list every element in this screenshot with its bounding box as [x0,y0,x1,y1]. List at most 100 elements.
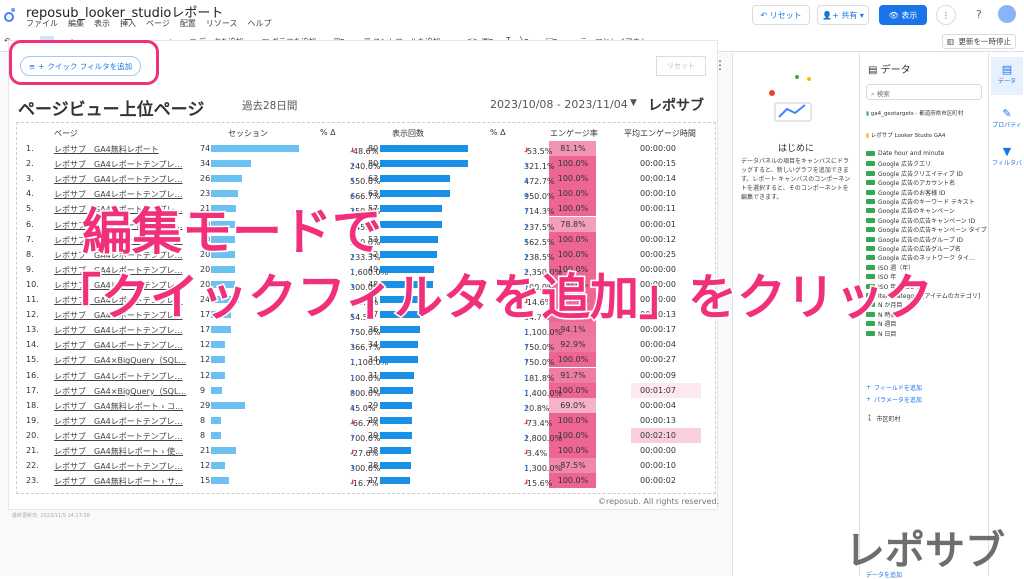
table-row[interactable]: 23. レポサブ GA4無料レポート › サ… 15 -16.7% ⬇ 27 -15.6%… [16,473,716,489]
menu-item[interactable]: リソース [206,18,238,29]
looker-studio-logo-icon [4,8,15,22]
menu-item[interactable]: 配置 [180,18,196,29]
table-row[interactable]: 18. レポサブ GA4無料レポート › コ… 29 45.0% ⬆ 29 20.8% ⬆… [16,397,716,413]
data-source-2[interactable]: ▮ レポサブ Looker Studio GA4 [866,131,945,139]
row-number: 6. [26,219,34,229]
help-icon[interactable]: ? [976,8,982,21]
table-row[interactable]: 22. レポサブ GA4レポートテンプレ… 12 300.0% ⬆ 28 1,300.0%… [16,458,716,474]
table-row[interactable]: 1. レポサブ GA4無料レポート 74 -48.6% ⬇ 80 -53.5% ⬇ 81.1… [16,141,716,156]
header-views-delta[interactable]: % Δ [490,128,506,137]
menu-bar: ファイル 編集 表示 挿入 ページ 配置 リソース ヘルプ [26,18,271,29]
sessions-value: 21 [200,446,211,455]
dimension-city[interactable]: 🚶 市区町村 [866,414,901,423]
field-item[interactable]: Google 広告のキーワード テキスト [866,197,975,206]
field-item[interactable]: Google 広告の広告グループ名 [866,244,961,253]
page-link[interactable]: レポサブ GA4無料レポート › サ… [54,476,183,487]
field-item[interactable]: Google 広告クリエイティブ ID [866,169,963,178]
add-parameter-link[interactable]: + パラメータを追加 [866,395,922,404]
page-link[interactable]: レポサブ GA4レポートテンプレ… [54,340,183,351]
page-link[interactable]: レポサブ GA4レポートテンプレ… [54,416,183,427]
more-options-button[interactable]: ⋮ [936,5,956,25]
data-source-1[interactable]: ▮ ga4_geotargets - 都道府県市区町村 [866,109,963,117]
date-dropdown-icon[interactable]: ▼ [630,98,637,108]
page-link[interactable]: レポサブ GA4レポートテンプレ… [54,461,183,472]
field-search-input[interactable]: ⌕ 検索 [866,84,982,100]
sessions-bar [211,462,226,470]
row-number: 16. [26,370,39,380]
page-link[interactable]: レポサブ GA4無料レポート › 使… [54,446,183,457]
views-value: 80 [368,144,379,153]
field-item[interactable]: Google 広告のアカウント名 [866,178,955,187]
pause-update-button[interactable]: ▥ 更新を一時停止 [942,34,1016,49]
avg-engagement-time: 00:00:04 [640,340,676,350]
page-link[interactable]: レポサブ GA4レポートテンプレ… [54,431,183,442]
views-bar [380,462,411,470]
header-page[interactable]: ページ [54,128,78,139]
engagement-rate: 100.0% [557,476,589,486]
page-link[interactable]: レポサブ GA4無料レポート › コ… [54,401,183,412]
page-link[interactable]: レポサブ GA4レポートテンプレ… [54,159,183,170]
field-item[interactable]: Google 広告のお客様 ID [866,188,945,197]
sessions-value: 34 [200,159,211,169]
field-item[interactable]: Date hour and minute [866,150,944,157]
views-value: 80 [368,159,379,169]
tab-properties[interactable]: ✎ プロパティ [991,101,1023,139]
row-number: 4. [26,189,34,199]
add-person-icon: 👤+ [822,10,842,20]
top-bar: reposub_looker_studioレポート ファイル 編集 表示 挿入 ページ配… [0,0,1024,30]
table-row[interactable]: 17. レポサブ GA4×BigQuery（SQL… 9 800.0% ⬆ 30 1,40… [16,382,716,398]
date-range-control[interactable]: 2023/10/08 - 2023/11/04 [490,98,628,111]
avatar[interactable] [998,5,1016,23]
header-sessions-delta[interactable]: % Δ [320,128,336,137]
page-link[interactable]: レポサブ GA4×BigQuery（SQL… [54,355,186,366]
header-views[interactable]: 表示回数 [392,128,424,139]
menu-item[interactable]: 表示 [94,18,110,29]
share-button[interactable]: 👤+ 共有 ▾ [817,5,869,25]
page-link[interactable]: レポサブ GA4レポートテンプレ… [54,174,183,185]
field-item[interactable]: Google 広告の広告キャンペーン ID [866,216,975,225]
engagement-rate: 100.0% [557,234,589,244]
views-bar [380,401,412,409]
field-item[interactable]: Google 広告の広告キャンペーン タイプ [866,225,987,234]
header-avg-time[interactable]: 平均エンゲージ時間 [624,128,696,139]
table-row[interactable]: 19. レポサブ GA4レポートテンプレ… 8 -66.7% ⬇ 29 -73.4% ⬇ 1… [16,412,716,428]
row-number: 9. [26,264,34,274]
menu-item[interactable]: ページ [146,18,170,29]
table-row[interactable]: 21. レポサブ GA4無料レポート › 使… 21 -27.6% ⬇ 28 -3.4% … [16,443,716,458]
sessions-value: 26 [200,174,211,184]
table-row[interactable]: 3. レポサブ GA4レポートテンプレ… 26 550.0% ⬆ 63 472.7% ⬆ 1… [16,171,716,187]
engagement-rate: 100.0% [557,430,589,440]
menu-item[interactable]: ヘルプ [247,18,271,29]
dimension-icon [866,199,875,204]
field-item[interactable]: Google 広告の広告グループ ID [866,235,963,244]
field-item[interactable]: Google 広告のキャンペーン [866,206,955,215]
engagement-rate: 69.0% [560,400,586,410]
canvas-more-icon[interactable]: ⋮ [714,58,726,72]
reset-button[interactable]: ↶ リセット [752,5,810,25]
table-row[interactable]: 20. レポサブ GA4レポートテンプレ… 8 700.0% ⬆ 29 2,800.0% … [16,427,716,443]
table-row[interactable]: 16. レポサブ GA4レポートテンプレ… 12 100.0% ⬆ 31 181.8% ⬆… [16,367,716,383]
avg-engagement-time: 00:00:11 [640,204,676,214]
table-row[interactable]: 2. レポサブ GA4レポートテンプレ… 34 240.0% ⬆ 80 321.1% ⬆ 1… [16,156,716,172]
field-item[interactable]: N 日目 [866,329,896,338]
canvas-reset-button[interactable]: リセット [656,56,706,76]
engagement-rate: 100.0% [557,355,589,365]
page-link[interactable]: レポサブ GA4レポートテンプレ… [54,371,183,382]
page-link[interactable]: レポサブ GA4無料レポート [54,144,159,155]
header-engagement[interactable]: エンゲージ率 [550,128,598,139]
report-heading: ページビュー上位ページ [18,100,205,120]
table-row[interactable]: 14. レポサブ GA4レポートテンプレ… 12 366.7% ⬆ 34 750.0% ⬆… [16,337,716,353]
menu-item[interactable]: ファイル [26,18,58,29]
table-row[interactable]: 15. レポサブ GA4×BigQuery（SQL… 12 1,100.0% ⬆ 34 7… [16,352,716,368]
field-item[interactable]: Google 広告クエリ [866,159,931,168]
header-sessions[interactable]: セッション [228,128,268,139]
menu-item[interactable]: 編集 [68,18,84,29]
view-button[interactable]: 👁 表示 [879,5,927,25]
menu-item[interactable]: 挿入 [120,18,136,29]
page-link[interactable]: レポサブ GA4×BigQuery（SQL… [54,386,186,397]
tab-filter-bar[interactable]: ▼ フィルタバ [991,139,1023,177]
add-field-link[interactable]: + フィールドを追加 [866,383,922,392]
tab-data[interactable]: ▤ データ [991,57,1023,95]
row-number: 8. [26,249,34,259]
report-period: 過去28日間 [242,100,298,112]
